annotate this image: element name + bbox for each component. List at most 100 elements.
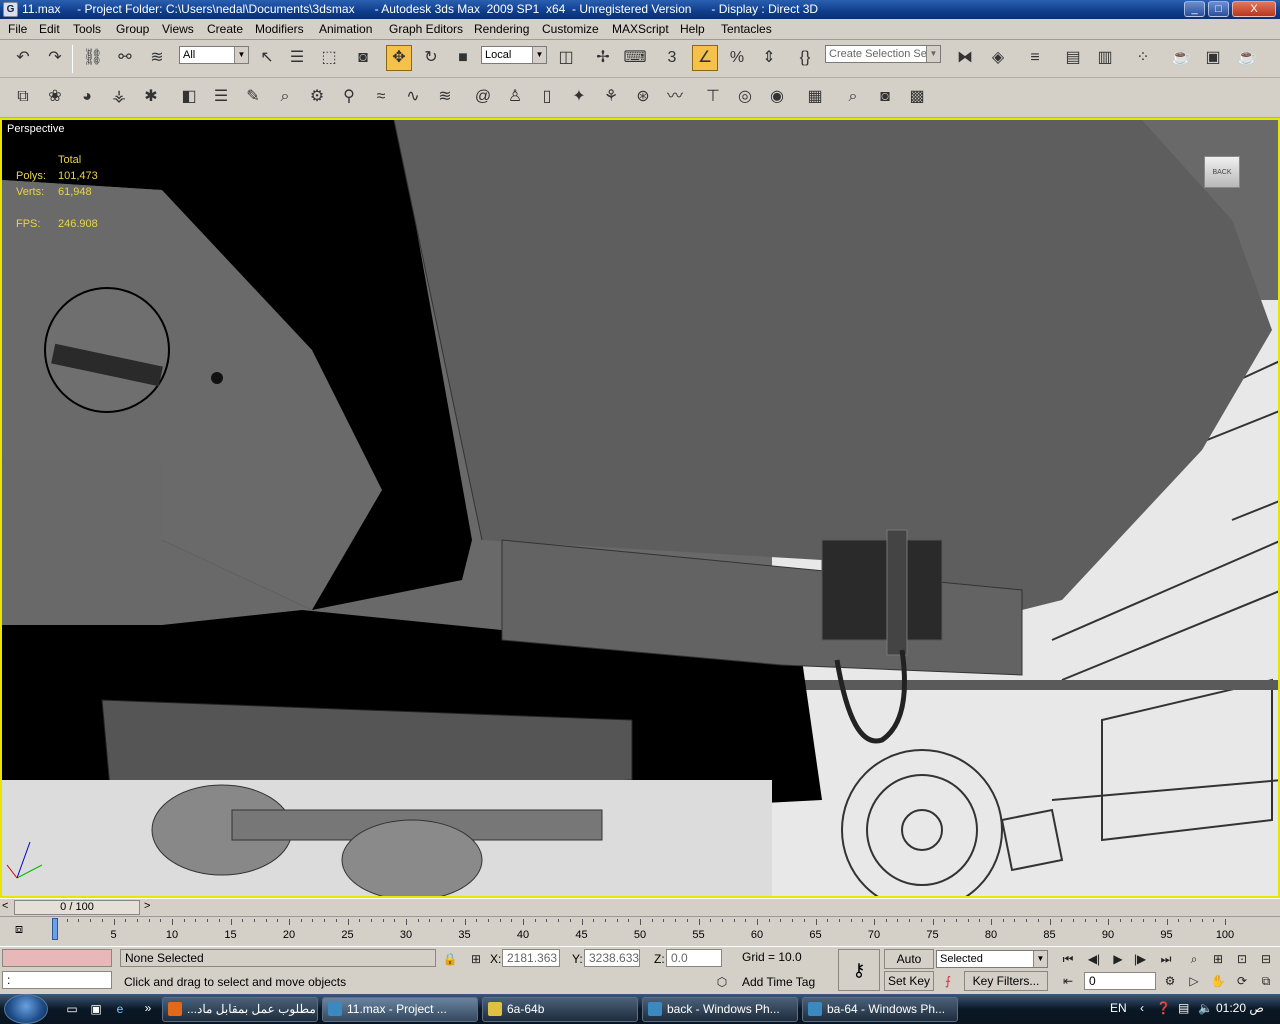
menu-edit[interactable]: Edit: [39, 22, 60, 36]
taskbar-task[interactable]: ...مطلوب عمل بمقابل ماد: [162, 997, 318, 1022]
x-coordinate-field[interactable]: 2181.363: [502, 949, 560, 967]
track-bar[interactable]: ⧈ 05101520253035404550556065707580859095…: [0, 916, 1280, 946]
go-to-end-icon[interactable]: ⏭: [1156, 949, 1176, 969]
select-by-name-icon[interactable]: ☰: [284, 45, 310, 71]
menu-views[interactable]: Views: [162, 22, 194, 36]
key-mode-toggle-icon[interactable]: ⇤: [1058, 971, 1078, 991]
go-to-start-icon[interactable]: ⏮: [1058, 949, 1078, 969]
menu-maxscript[interactable]: MAXScript: [612, 22, 669, 36]
internet-explorer-icon[interactable]: e: [110, 999, 130, 1019]
bind-space-warp-icon[interactable]: ≋: [144, 45, 170, 71]
shirt-icon[interactable]: ⊤: [700, 84, 726, 110]
y-coordinate-field[interactable]: 3238.633: [584, 949, 640, 967]
3dsmax-app-icon[interactable]: G: [3, 2, 18, 17]
video-post-icon[interactable]: ▩: [904, 84, 930, 110]
language-indicator[interactable]: EN: [1110, 1001, 1127, 1015]
menu-group[interactable]: Group: [116, 22, 149, 36]
rope-icon[interactable]: 〰: [662, 84, 688, 110]
menu-create[interactable]: Create: [207, 22, 243, 36]
schematic-view-icon[interactable]: ▥: [1092, 45, 1118, 71]
viewport-label[interactable]: Perspective: [7, 123, 64, 135]
sphere-icon[interactable]: ◕: [74, 84, 100, 110]
select-and-scale-icon[interactable]: ■: [450, 45, 476, 71]
menu-graph-editors[interactable]: Graph Editors: [389, 22, 463, 36]
menu-tools[interactable]: Tools: [73, 22, 101, 36]
snap-toggle-icon[interactable]: 3: [659, 45, 685, 71]
time-prev-arrow-icon[interactable]: <: [2, 900, 8, 912]
cloth-icon[interactable]: ⚘: [598, 84, 624, 110]
time-slider-thumb[interactable]: 0 / 100: [14, 900, 140, 915]
angle-snap-icon[interactable]: ∠: [692, 45, 718, 71]
tray-expand-icon[interactable]: ‹: [1140, 1001, 1144, 1015]
time-next-arrow-icon[interactable]: >: [144, 900, 150, 912]
viewcube[interactable]: BACK: [1204, 156, 1240, 188]
start-button[interactable]: [4, 994, 48, 1024]
maxscript-listener-mini[interactable]: [2, 949, 112, 967]
set-key-icon[interactable]: ⚷: [838, 949, 880, 991]
menu-modifiers[interactable]: Modifiers: [255, 22, 304, 36]
select-and-link-icon[interactable]: ⛓: [80, 45, 106, 71]
add-time-tag-button[interactable]: Add Time Tag: [738, 974, 834, 992]
menu-help[interactable]: Help: [680, 22, 705, 36]
quick-launch-more-icon[interactable]: »: [138, 998, 158, 1018]
undo-icon[interactable]: ↶: [10, 45, 36, 71]
close-button[interactable]: X: [1232, 1, 1276, 17]
redo-icon[interactable]: ↷: [42, 45, 68, 71]
taskbar-task[interactable]: ba-64 - Windows Ph...: [802, 997, 958, 1022]
mirror-icon[interactable]: ⧓: [952, 45, 978, 71]
curve-editor-icon[interactable]: ▤: [1060, 45, 1086, 71]
menu-rendering[interactable]: Rendering: [474, 22, 529, 36]
zoom-all-icon[interactable]: ⊞: [1208, 949, 1228, 969]
auto-key-button[interactable]: Auto Key: [884, 949, 934, 984]
pen-icon[interactable]: ✎: [240, 84, 266, 110]
play-icon[interactable]: ▶: [1108, 949, 1128, 969]
render-setup-icon[interactable]: ☕: [1168, 45, 1194, 71]
taskbar-task[interactable]: 6a-64b: [482, 997, 638, 1022]
menu-animation[interactable]: Animation: [319, 22, 372, 36]
network-icon[interactable]: ▤: [1178, 1001, 1189, 1015]
quick-render-icon[interactable]: ☕: [1234, 45, 1260, 71]
z-coordinate-field[interactable]: 0.0: [666, 949, 722, 967]
shapes-icon[interactable]: ❀: [42, 84, 68, 110]
hair-icon[interactable]: ◎: [732, 84, 758, 110]
maxscript-input[interactable]: :: [2, 971, 112, 989]
orbit-icon[interactable]: ⟳: [1232, 971, 1252, 991]
unlink-icon[interactable]: ⚯: [112, 45, 138, 71]
lock-selection-icon[interactable]: 🔒: [440, 949, 460, 969]
zoom-icon[interactable]: ⌕: [1184, 949, 1204, 969]
edit-named-selection-icon[interactable]: {}: [792, 45, 818, 71]
key-tangent-icon[interactable]: ⨍: [938, 971, 958, 991]
objects-tab-icon[interactable]: ⧉: [10, 84, 36, 110]
material-editor-icon[interactable]: ⁘: [1130, 45, 1156, 71]
minimize-button[interactable]: _: [1184, 1, 1205, 17]
select-object-icon[interactable]: ↖: [254, 45, 280, 71]
menu-customize[interactable]: Customize: [542, 22, 599, 36]
zoom-extents-all-icon[interactable]: ⊟: [1256, 949, 1276, 969]
align-icon[interactable]: ◈: [985, 45, 1011, 71]
script-icon[interactable]: ▦: [802, 84, 828, 110]
magnify-icon[interactable]: ⌕: [272, 84, 298, 110]
zoom-region-icon[interactable]: ⌕: [840, 84, 866, 110]
gear-icon[interactable]: ⚙: [304, 84, 330, 110]
compound-icon[interactable]: ◧: [176, 84, 202, 110]
selection-filter-dropdown[interactable]: All ▼: [179, 46, 249, 64]
reference-coordinate-dropdown[interactable]: Local ▼: [481, 46, 547, 64]
named-selection-set-dropdown[interactable]: Create Selection Set ▼: [825, 45, 941, 63]
help-tray-icon[interactable]: ❓: [1156, 1001, 1171, 1015]
lights-icon[interactable]: ⚶: [106, 84, 132, 110]
percent-snap-icon[interactable]: %: [724, 45, 750, 71]
set-key-button[interactable]: Set Key: [884, 971, 934, 991]
mini-curve-editor-icon[interactable]: ⧈: [8, 921, 30, 939]
current-frame-marker[interactable]: [52, 918, 58, 940]
select-and-rotate-icon[interactable]: ↻: [418, 45, 444, 71]
maximize-button[interactable]: □: [1208, 1, 1229, 17]
manipulate-icon[interactable]: ✢: [590, 45, 616, 71]
stack-icon[interactable]: ☰: [208, 84, 234, 110]
layer-manager-icon[interactable]: ≡: [1022, 45, 1048, 71]
spinner-snap-icon[interactable]: ⇕: [756, 45, 782, 71]
time-configuration-icon[interactable]: ⚙: [1160, 971, 1180, 991]
helpers-icon[interactable]: ✱: [138, 84, 164, 110]
pivot-center-icon[interactable]: ◫: [553, 45, 579, 71]
spiral-icon[interactable]: ◉: [764, 84, 790, 110]
camera-icon[interactable]: ◙: [872, 84, 898, 110]
